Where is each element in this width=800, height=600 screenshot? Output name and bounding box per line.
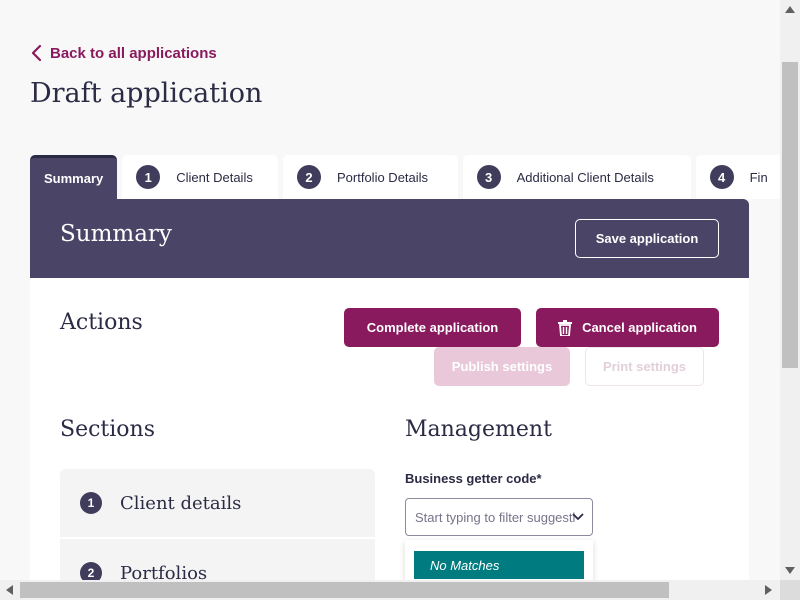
scroll-down-icon[interactable]	[785, 567, 795, 574]
page-title: Draft application	[30, 78, 263, 109]
complete-application-label: Complete application	[366, 320, 499, 335]
vertical-scroll-thumb[interactable]	[782, 62, 798, 368]
tab-portfolio-details[interactable]: 2 Portfolio Details	[283, 155, 458, 199]
tab-label: Fin	[749, 169, 768, 185]
actions-heading: Actions	[60, 310, 143, 335]
sections-list: 1 Client details 2 Portfolios	[60, 469, 375, 580]
summary-banner: Summary Save application	[30, 199, 749, 278]
section-label: Portfolios	[120, 562, 208, 581]
scroll-up-icon[interactable]	[785, 6, 795, 13]
scrollbar-corner	[780, 580, 800, 600]
horizontal-scrollbar[interactable]	[0, 580, 780, 600]
sections-heading: Sections	[60, 417, 155, 442]
chevron-down-icon[interactable]	[572, 512, 584, 522]
scroll-left-icon[interactable]	[6, 585, 13, 595]
step-number: 4	[709, 165, 734, 189]
business-getter-code-label: Business getter code*	[405, 471, 542, 486]
step-number: 2	[80, 562, 102, 580]
chevron-left-icon	[31, 44, 42, 62]
summary-panel: Actions Complete application Cancel appl…	[30, 278, 749, 580]
tab-client-details[interactable]: 1 Client Details	[122, 155, 278, 199]
tab-label: Summary	[44, 171, 104, 186]
application-tabs: Summary 1 Client Details 2 Portfolio Det…	[30, 155, 780, 199]
tab-additional-client-details[interactable]: 3 Additional Client Details	[462, 155, 691, 199]
section-label: Client details	[120, 492, 242, 514]
page-viewport: Back to all applications Draft applicati…	[0, 0, 780, 580]
section-item-client-details[interactable]: 1 Client details	[60, 469, 375, 539]
banner-title: Summary	[60, 221, 172, 247]
step-number: 3	[476, 165, 501, 189]
back-link-label: Back to all applications	[50, 44, 217, 62]
step-number: 2	[297, 165, 321, 189]
business-getter-code-combobox[interactable]	[405, 498, 593, 536]
tab-label: Additional Client Details	[516, 169, 654, 185]
no-matches-option: No Matches	[414, 551, 584, 579]
tab-label: Portfolio Details	[337, 169, 429, 185]
management-heading: Management	[405, 417, 552, 442]
scroll-right-icon[interactable]	[765, 585, 772, 595]
back-to-applications-link[interactable]: Back to all applications	[30, 44, 217, 62]
print-settings-button: Print settings	[585, 347, 704, 386]
vertical-scrollbar[interactable]	[780, 0, 800, 580]
horizontal-scroll-thumb[interactable]	[20, 582, 669, 598]
step-number: 1	[80, 492, 102, 514]
save-application-button[interactable]: Save application	[575, 219, 719, 258]
suggestions-dropdown: No Matches	[405, 540, 593, 580]
complete-application-button[interactable]: Complete application	[344, 308, 521, 347]
step-number: 1	[136, 165, 161, 189]
cancel-application-label: Cancel application	[582, 320, 697, 335]
print-settings-label: Print settings	[602, 359, 687, 374]
publish-settings-label: Publish settings	[451, 359, 553, 374]
tab-label: Client Details	[176, 169, 253, 185]
cancel-application-button[interactable]: Cancel application	[536, 308, 719, 347]
business-getter-code-input[interactable]	[406, 499, 576, 535]
tab-financial-details[interactable]: 4 Fin	[695, 155, 780, 199]
section-item-portfolios[interactable]: 2 Portfolios	[60, 539, 375, 580]
publish-settings-button: Publish settings	[434, 347, 570, 386]
trash-icon	[558, 319, 573, 336]
tab-summary[interactable]: Summary	[30, 155, 118, 199]
